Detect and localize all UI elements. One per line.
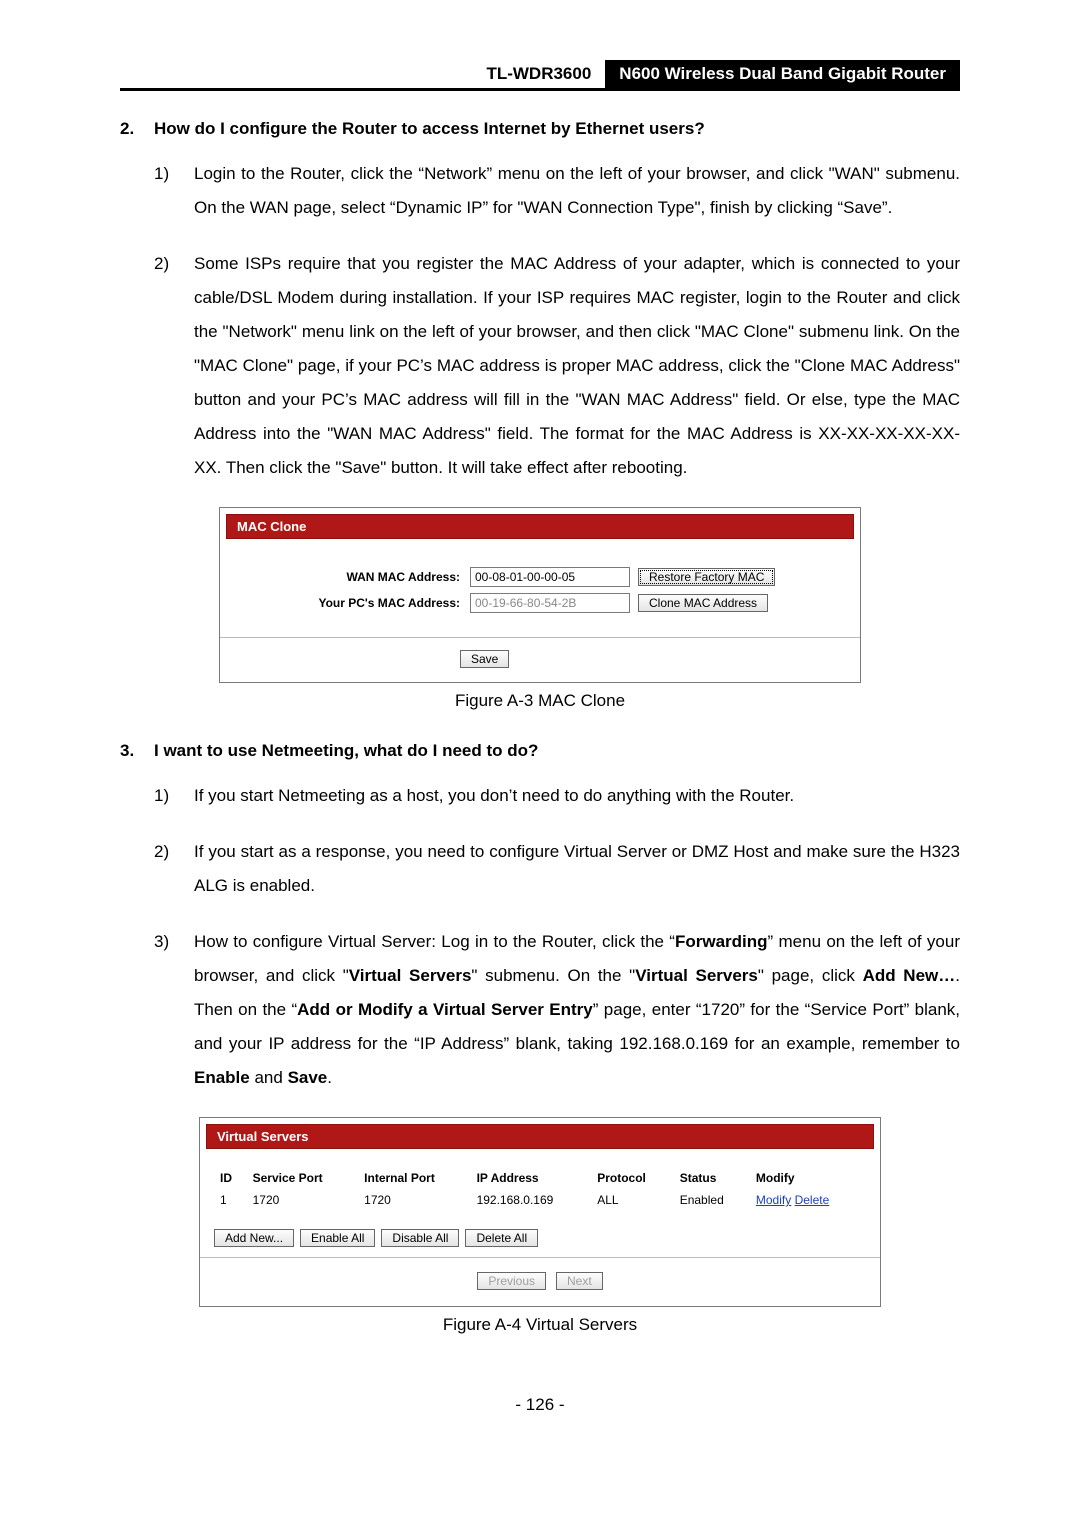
col-protocol: Protocol <box>591 1167 673 1189</box>
step-text: If you start Netmeeting as a host, you d… <box>194 779 960 813</box>
question-text: How do I configure the Router to access … <box>154 119 960 139</box>
step-number: 1) <box>154 157 194 225</box>
cell-id: 1 <box>214 1189 247 1211</box>
figure-caption: Figure A-3 MAC Clone <box>120 691 960 711</box>
q2-step-1: 1) Login to the Router, click the “Netwo… <box>154 157 960 225</box>
restore-factory-mac-button[interactable]: Restore Factory MAC <box>638 568 775 586</box>
step-number: 3) <box>154 925 194 1095</box>
question-text: I want to use Netmeeting, what do I need… <box>154 741 960 761</box>
product-name: N600 Wireless Dual Band Gigabit Router <box>605 60 960 88</box>
page-header: TL-WDR3600 N600 Wireless Dual Band Gigab… <box>120 60 960 91</box>
wan-mac-input[interactable] <box>470 567 630 587</box>
col-status: Status <box>674 1167 750 1189</box>
add-new-button[interactable]: Add New... <box>214 1229 294 1247</box>
save-button[interactable]: Save <box>460 650 509 668</box>
q2-step-2: 2) Some ISPs require that you register t… <box>154 247 960 485</box>
enable-all-button[interactable]: Enable All <box>300 1229 375 1247</box>
question-number: 3. <box>120 741 154 761</box>
step-text: Some ISPs require that you register the … <box>194 247 960 485</box>
clone-mac-address-button[interactable]: Clone MAC Address <box>638 594 768 612</box>
virtual-servers-table: ID Service Port Internal Port IP Address… <box>214 1167 866 1211</box>
step-text: Login to the Router, click the “Network”… <box>194 157 960 225</box>
delete-all-button[interactable]: Delete All <box>465 1229 538 1247</box>
table-header-row: ID Service Port Internal Port IP Address… <box>214 1167 866 1189</box>
cell-protocol: ALL <box>591 1189 673 1211</box>
disable-all-button[interactable]: Disable All <box>381 1229 459 1247</box>
question-3: 3. I want to use Netmeeting, what do I n… <box>120 741 960 761</box>
step-number: 1) <box>154 779 194 813</box>
col-internal-port: Internal Port <box>358 1167 470 1189</box>
table-row: 1 1720 1720 192.168.0.169 ALL Enabled Mo… <box>214 1189 866 1211</box>
col-modify: Modify <box>750 1167 866 1189</box>
step-text: How to configure Virtual Server: Log in … <box>194 925 960 1095</box>
panel-title: Virtual Servers <box>206 1124 874 1149</box>
pc-mac-label: Your PC's MAC Address: <box>230 596 470 610</box>
col-id: ID <box>214 1167 247 1189</box>
page-number: - 126 - <box>120 1395 960 1415</box>
wan-mac-label: WAN MAC Address: <box>230 570 470 584</box>
figure-mac-clone: MAC Clone WAN MAC Address: Restore Facto… <box>120 507 960 683</box>
q3-step-3: 3) How to configure Virtual Server: Log … <box>154 925 960 1095</box>
model-number: TL-WDR3600 <box>486 60 605 88</box>
q3-step-1: 1) If you start Netmeeting as a host, yo… <box>154 779 960 813</box>
question-number: 2. <box>120 119 154 139</box>
pc-mac-input[interactable] <box>470 593 630 613</box>
question-2: 2. How do I configure the Router to acce… <box>120 119 960 139</box>
figure-virtual-servers: Virtual Servers ID Service Port Internal… <box>120 1117 960 1307</box>
next-button[interactable]: Next <box>556 1272 603 1290</box>
step-number: 2) <box>154 247 194 485</box>
delete-link[interactable]: Delete <box>795 1193 830 1207</box>
panel-title: MAC Clone <box>226 514 854 539</box>
step-number: 2) <box>154 835 194 903</box>
cell-ip-address: 192.168.0.169 <box>471 1189 592 1211</box>
col-ip-address: IP Address <box>471 1167 592 1189</box>
cell-status: Enabled <box>674 1189 750 1211</box>
figure-caption: Figure A-4 Virtual Servers <box>120 1315 960 1335</box>
step-text: If you start as a response, you need to … <box>194 835 960 903</box>
q3-step-2: 2) If you start as a response, you need … <box>154 835 960 903</box>
modify-link[interactable]: Modify <box>756 1193 791 1207</box>
col-service-port: Service Port <box>247 1167 359 1189</box>
previous-button[interactable]: Previous <box>477 1272 546 1290</box>
cell-internal-port: 1720 <box>358 1189 470 1211</box>
cell-service-port: 1720 <box>247 1189 359 1211</box>
